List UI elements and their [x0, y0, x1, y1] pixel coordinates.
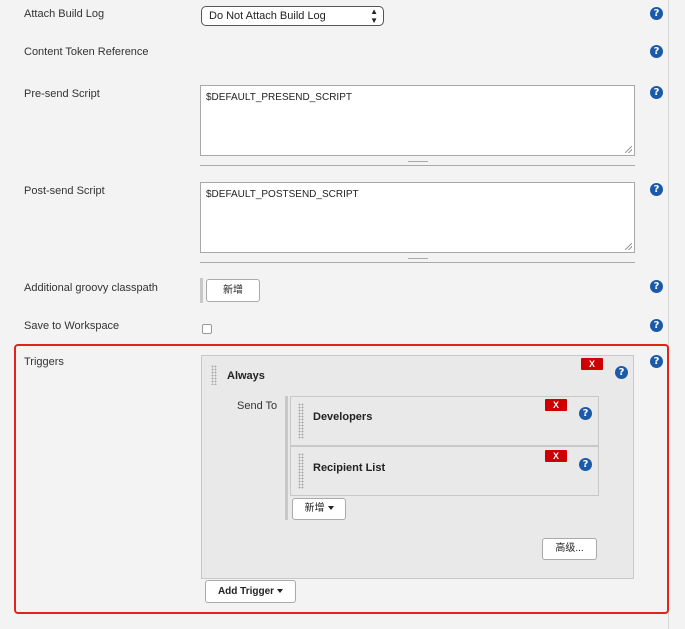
triggers-label: Triggers: [24, 356, 64, 368]
delete-trigger-button[interactable]: X: [581, 358, 603, 370]
caret-down-icon: [277, 589, 284, 594]
pre-send-script-label: Pre-send Script: [24, 88, 100, 100]
content-token-reference-label: Content Token Reference: [24, 46, 149, 58]
save-to-workspace-label: Save to Workspace: [24, 320, 120, 332]
additional-groovy-classpath-label: Additional groovy classpath: [24, 282, 158, 294]
delete-recipient-button[interactable]: X: [545, 450, 567, 462]
drag-handle-icon[interactable]: [298, 403, 304, 439]
resize-grip-icon[interactable]: [625, 146, 632, 153]
attach-build-log-select[interactable]: Do Not Attach Build Log ▲ ▼: [201, 6, 384, 26]
add-recipient-label: 新增: [304, 503, 325, 514]
pre-send-script-textarea[interactable]: $DEFAULT_PRESEND_SCRIPT: [200, 85, 635, 156]
help-icon[interactable]: ?: [650, 45, 663, 58]
recipient-title: Recipient List: [313, 462, 386, 474]
repeatable-bar: [200, 278, 203, 303]
help-icon[interactable]: ?: [650, 86, 663, 99]
resize-grip-icon[interactable]: [625, 243, 632, 250]
post-send-script-resize-bar[interactable]: [200, 256, 635, 263]
add-trigger-label: Add Trigger: [217, 586, 275, 597]
attach-build-log-label: Attach Build Log: [24, 8, 105, 20]
select-arrows-icon: ▲ ▼: [370, 7, 378, 25]
help-icon[interactable]: ?: [650, 319, 663, 332]
post-send-script-label: Post-send Script: [24, 185, 105, 197]
help-icon[interactable]: ?: [650, 7, 663, 20]
add-trigger-button[interactable]: Add Trigger: [205, 580, 296, 603]
post-send-script-value: $DEFAULT_POSTSEND_SCRIPT: [206, 189, 359, 200]
post-send-script-textarea[interactable]: $DEFAULT_POSTSEND_SCRIPT: [200, 182, 635, 253]
attach-build-log-value: Do Not Attach Build Log: [209, 10, 326, 22]
recipient-title: Developers: [313, 411, 373, 423]
pre-send-script-value: $DEFAULT_PRESEND_SCRIPT: [206, 92, 352, 103]
trigger-title: Always: [227, 370, 265, 382]
save-to-workspace-checkbox[interactable]: [202, 324, 212, 334]
delete-recipient-button[interactable]: X: [545, 399, 567, 411]
pre-send-script-resize-bar[interactable]: [200, 159, 635, 166]
help-icon[interactable]: ?: [579, 407, 592, 420]
help-icon[interactable]: ?: [579, 458, 592, 471]
help-icon[interactable]: ?: [650, 183, 663, 196]
caret-down-icon: [327, 506, 334, 511]
add-classpath-button[interactable]: 新增: [206, 279, 260, 302]
drag-handle-icon[interactable]: [211, 365, 217, 385]
advanced-button[interactable]: 高级...: [542, 538, 597, 560]
repeatable-bar: [285, 396, 288, 520]
drag-handle-icon[interactable]: [298, 453, 304, 489]
send-to-label: Send To: [237, 400, 278, 412]
help-icon[interactable]: ?: [650, 355, 663, 368]
add-recipient-button[interactable]: 新增: [292, 498, 346, 520]
help-icon[interactable]: ?: [615, 366, 628, 379]
help-icon[interactable]: ?: [650, 280, 663, 293]
